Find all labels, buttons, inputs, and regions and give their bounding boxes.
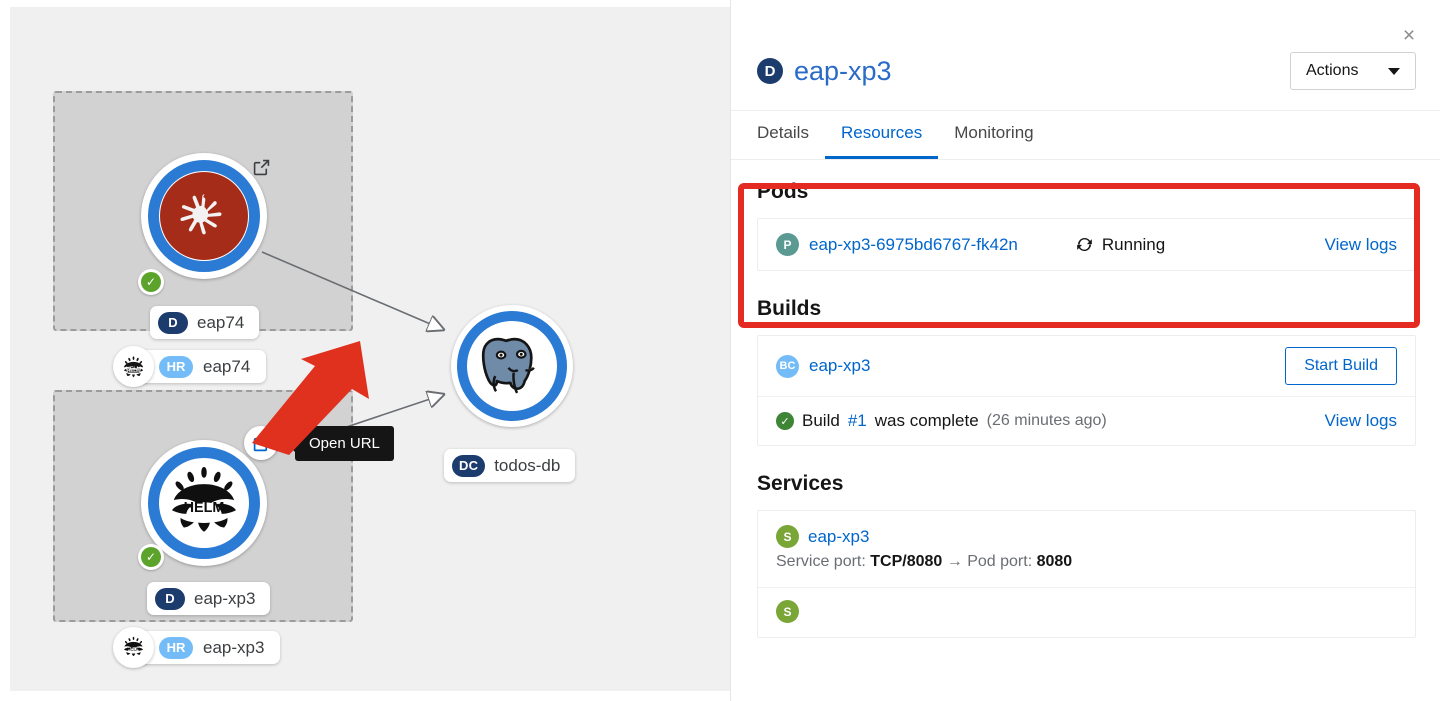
resources-tab-content: Pods P eap-xp3-6975bd6767-fk42n Running xyxy=(731,160,1440,701)
build-config-row: BC eap-xp3 Start Build xyxy=(758,336,1415,397)
build-number-link[interactable]: #1 xyxy=(848,411,867,431)
resource-kind-tag: D xyxy=(155,587,185,610)
postgresql-elephant-icon xyxy=(470,324,554,408)
service-badge-icon: S xyxy=(776,600,799,623)
node-ring xyxy=(148,160,260,272)
node-name: todos-db xyxy=(494,455,561,475)
resource-kind-tag: DC xyxy=(452,454,486,477)
page-title: eap-xp3 xyxy=(794,55,892,86)
builds-section: Builds BC eap-xp3 Start Build ✓ Build #1… xyxy=(757,271,1416,446)
pods-heading: Pods xyxy=(757,180,809,203)
actions-button-label: Actions xyxy=(1306,62,1359,79)
build-prefix: Build xyxy=(802,411,840,430)
service-name-group: S eap-xp3 xyxy=(776,525,869,548)
open-url-tooltip: Open URL xyxy=(295,426,394,461)
node-name: eap74 xyxy=(197,312,245,332)
svg-text:HELM: HELM xyxy=(127,646,140,651)
helm-release-label-eap-xp3[interactable]: HELM HR eap-xp3 xyxy=(113,627,281,668)
build-status-text: ✓ Build #1 was complete (26 minutes ago) xyxy=(776,411,1107,431)
node-label-eap-xp3[interactable]: D eap-xp3 xyxy=(147,582,271,615)
pods-card: P eap-xp3-6975bd6767-fk42n Running View … xyxy=(757,218,1416,271)
open-url-icon-eap-xp3[interactable] xyxy=(244,426,278,460)
services-heading: Services xyxy=(757,472,844,495)
sync-icon xyxy=(1077,237,1092,252)
buildconfig-badge-icon: BC xyxy=(776,354,799,378)
topology-detail-screen: ✓ D eap74 HELM HR eap74 HELM ✓ D eap-xp3… xyxy=(0,0,1440,701)
deployment-badge-icon: D xyxy=(757,58,783,84)
services-card: S eap-xp3 Service port: TCP/8080 → Pod p… xyxy=(757,510,1416,638)
tab-monitoring[interactable]: Monitoring xyxy=(938,111,1049,159)
node-status-healthy-eap-xp3: ✓ xyxy=(138,544,164,570)
open-url-icon-eap74[interactable] xyxy=(244,150,278,184)
pod-port-label: Pod port: xyxy=(962,553,1037,570)
tab-resources[interactable]: Resources xyxy=(824,111,939,159)
node-status-healthy-eap74: ✓ xyxy=(138,269,164,295)
builds-heading: Builds xyxy=(757,297,822,320)
service-name-link-partial[interactable] xyxy=(809,602,814,622)
pod-status-label: Running xyxy=(1101,234,1166,254)
helm-release-tag: HR xyxy=(159,355,193,378)
helm-release-name: eap74 xyxy=(203,356,251,376)
node-ring xyxy=(457,311,567,421)
service-row-partial[interactable]: S xyxy=(758,588,1415,637)
panel-header: D eap-xp3 Actions xyxy=(731,0,1440,111)
pod-view-logs-link[interactable]: View logs xyxy=(1325,235,1397,255)
start-build-button[interactable]: Start Build xyxy=(1285,347,1397,385)
wildfly-dragonfly-icon xyxy=(160,172,248,260)
helm-icon: HELM xyxy=(159,458,249,548)
services-section: Services S eap-xp3 Service port: TCP/808… xyxy=(757,446,1416,638)
service-badge-icon: S xyxy=(776,525,799,548)
helm-icon: HELM xyxy=(113,627,154,668)
build-suffix: was complete xyxy=(874,411,979,430)
buildconfig-name-link[interactable]: eap-xp3 xyxy=(809,356,870,376)
service-row[interactable]: S eap-xp3 Service port: TCP/8080 → Pod p… xyxy=(758,511,1415,588)
chevron-down-icon xyxy=(1388,67,1400,75)
resource-kind-tag: D xyxy=(158,311,188,334)
actions-button[interactable]: Actions xyxy=(1290,52,1416,90)
panel-title-group: D eap-xp3 xyxy=(757,56,892,87)
node-label-eap74[interactable]: D eap74 xyxy=(150,306,260,339)
node-name: eap-xp3 xyxy=(194,588,256,608)
node-label-todos-db[interactable]: DC todos-db xyxy=(444,449,576,482)
pod-status: Running xyxy=(1076,235,1165,255)
service-port-label: Service port: xyxy=(776,553,871,570)
build-timestamp: (26 minutes ago) xyxy=(986,412,1107,429)
build-view-logs-link[interactable]: View logs xyxy=(1325,411,1397,431)
helm-release-tag: HR xyxy=(159,636,193,659)
service-port-value: TCP/8080 xyxy=(870,553,943,570)
helm-release-name: eap-xp3 xyxy=(203,637,265,657)
pod-row[interactable]: P eap-xp3-6975bd6767-fk42n Running View … xyxy=(758,219,1415,270)
pod-name-link[interactable]: eap-xp3-6975bd6767-fk42n xyxy=(809,235,1018,255)
resource-side-panel: × D eap-xp3 Actions Details Resources Mo… xyxy=(730,0,1440,701)
port-arrow-icon: → xyxy=(946,553,963,570)
node-ring: HELM xyxy=(148,447,260,559)
service-port-mapping: Service port: TCP/8080 → Pod port: 8080 xyxy=(776,553,1072,571)
topology-canvas[interactable]: ✓ D eap74 HELM HR eap74 HELM ✓ D eap-xp3… xyxy=(0,0,730,701)
pod-badge-icon: P xyxy=(776,233,799,256)
pod-port-value: 8080 xyxy=(1036,553,1073,570)
panel-tabs: Details Resources Monitoring xyxy=(731,111,1440,160)
tab-details[interactable]: Details xyxy=(757,111,825,159)
builds-card: BC eap-xp3 Start Build ✓ Build #1 was co… xyxy=(757,335,1416,446)
topology-node-todos-db[interactable] xyxy=(451,305,573,427)
close-icon[interactable]: × xyxy=(1396,22,1422,48)
helm-release-label-eap74[interactable]: HELM HELM HR eap74 xyxy=(113,346,267,387)
build-status-row: ✓ Build #1 was complete (26 minutes ago)… xyxy=(758,397,1415,445)
service-name-link[interactable]: eap-xp3 xyxy=(808,527,869,547)
svg-text:HELM: HELM xyxy=(127,368,140,373)
helm-icon: HELM HELM xyxy=(113,346,154,387)
pods-section: Pods P eap-xp3-6975bd6767-fk42n Running xyxy=(757,160,1416,271)
svg-text:HELM: HELM xyxy=(184,500,225,516)
check-circle-icon: ✓ xyxy=(776,412,794,430)
